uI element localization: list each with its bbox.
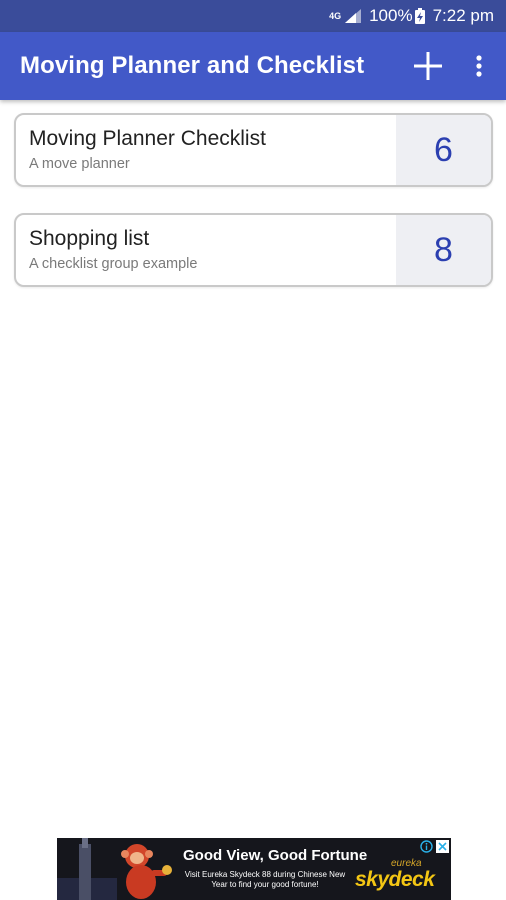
checklist-title: Shopping list — [29, 227, 150, 250]
overflow-menu-button[interactable] — [464, 44, 494, 88]
ad-tower-image — [79, 844, 91, 900]
clock: 7:22 pm — [432, 6, 494, 25]
checklist-item-count: 8 — [396, 215, 491, 285]
app-title: Moving Planner and Checklist — [20, 52, 365, 79]
checklist-title: Moving Planner Checklist — [29, 127, 266, 150]
checklist-card-text: Shopping list A checklist group example — [16, 215, 396, 285]
ad-banner[interactable]: Good View, Good Fortune Visit Eureka Sky… — [57, 838, 451, 900]
ad-close-icon[interactable] — [436, 840, 449, 853]
checklist-card-text: Moving Planner Checklist A move planner — [16, 115, 396, 185]
network-type-label: 4G — [329, 10, 342, 21]
ad-tower-spire — [82, 838, 88, 848]
more-vert-icon — [476, 55, 482, 77]
ad-headline: Good View, Good Fortune — [183, 847, 368, 864]
plus-icon — [414, 52, 442, 80]
battery-charging-icon — [414, 8, 425, 24]
battery-percent: 100% — [369, 6, 413, 25]
checklist-list: Moving Planner Checklist A move planner … — [14, 113, 493, 313]
checklist-card[interactable]: Shopping list A checklist group example … — [14, 213, 493, 287]
signal-icon — [345, 9, 362, 23]
app-bar: Moving Planner and Checklist — [0, 32, 506, 100]
ad-monkey-image — [121, 844, 172, 899]
ad-info-icon[interactable] — [420, 840, 433, 853]
ad-brand-skydeck: skydeck — [355, 868, 435, 891]
checklist-item-count: 6 — [396, 115, 491, 185]
add-checklist-button[interactable] — [406, 44, 450, 88]
ad-body-text: Visit Eureka Skydeck 88 during Chinese N… — [184, 870, 346, 889]
status-bar: 4G 100% 7:22 pm — [0, 0, 506, 32]
checklist-subtitle: A checklist group example — [29, 256, 198, 272]
checklist-subtitle: A move planner — [29, 156, 130, 172]
checklist-card[interactable]: Moving Planner Checklist A move planner … — [14, 113, 493, 187]
